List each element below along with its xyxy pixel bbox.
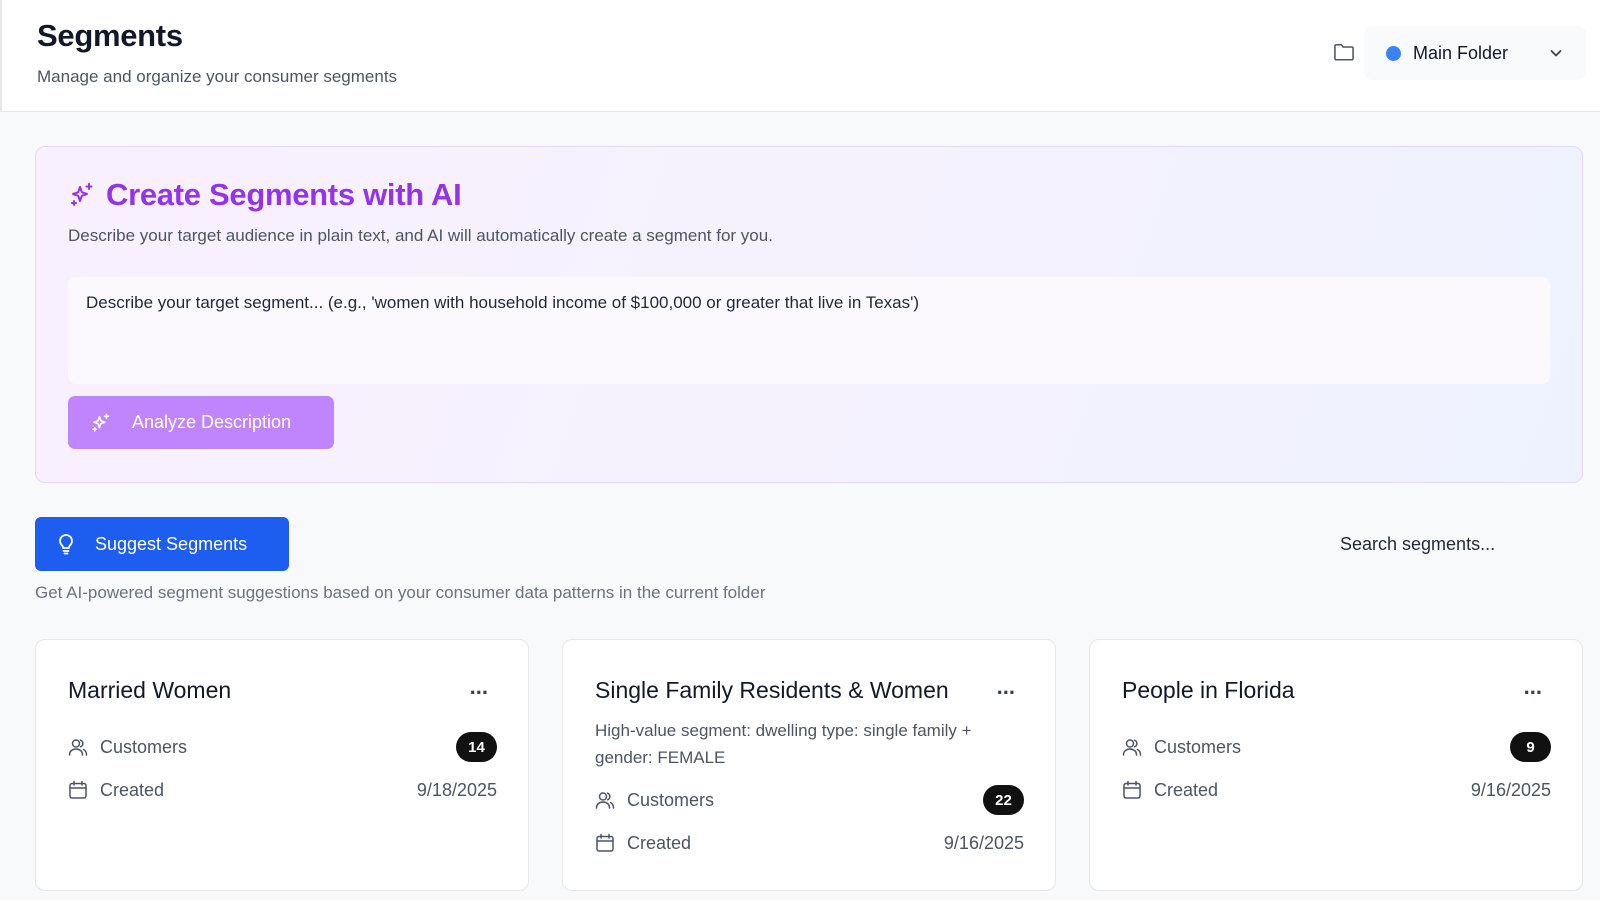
- calendar-icon: [1123, 780, 1141, 799]
- suggest-segments-button[interactable]: Suggest Segments: [35, 517, 289, 571]
- sparkles-icon: [71, 183, 93, 206]
- created-label: Created: [627, 832, 692, 853]
- customers-label: Customers: [1154, 736, 1242, 757]
- calendar-icon: [596, 833, 614, 852]
- customers-label: Customers: [627, 789, 715, 810]
- ai-panel-description: Describe your target audience in plain t…: [68, 226, 773, 245]
- created-label: Created: [1154, 779, 1219, 800]
- created-date: 9/16/2025: [943, 832, 1024, 853]
- calendar-icon: [69, 780, 87, 799]
- segment-created-row: Created 9/16/2025: [595, 828, 1024, 858]
- more-options-icon[interactable]: ...: [997, 676, 1015, 698]
- lightbulb-icon: [59, 534, 73, 555]
- customers-count-badge: 14: [456, 732, 497, 762]
- segment-created-row: Created 9/18/2025: [68, 775, 497, 805]
- segment-card[interactable]: Married Women ... Customers 14 Created 9…: [35, 639, 529, 891]
- chevron-down-icon: [1550, 50, 1562, 57]
- page-title: Segments: [37, 18, 183, 53]
- search-segments-input[interactable]: [1340, 522, 1570, 566]
- segment-card[interactable]: People in Florida ... Customers 9 Create…: [1089, 639, 1583, 891]
- created-date: 9/16/2025: [1470, 779, 1551, 800]
- analyze-description-label: Analyze Description: [132, 412, 292, 432]
- more-options-icon[interactable]: ...: [470, 676, 488, 698]
- segment-customers-row: Customers 22: [595, 785, 1024, 815]
- ai-segment-panel: Create Segments with AI Describe your ta…: [35, 146, 1583, 483]
- customers-count-badge: 22: [983, 785, 1024, 815]
- suggest-hint: Get AI-powered segment suggestions based…: [35, 583, 766, 602]
- customers-label: Customers: [100, 736, 188, 757]
- analyze-description-button[interactable]: Analyze Description: [68, 396, 334, 449]
- page-header: Segments Manage and organize your consum…: [0, 0, 1600, 112]
- more-options-icon[interactable]: ...: [1524, 676, 1542, 698]
- created-date: 9/18/2025: [416, 779, 497, 800]
- segment-card-title: Married Women: [68, 677, 232, 703]
- folder-selector-label: Main Folder: [1413, 42, 1509, 63]
- segment-customers-row: Customers 9: [1122, 732, 1551, 762]
- created-label: Created: [100, 779, 165, 800]
- segment-card-title: Single Family Residents & Women: [595, 677, 949, 703]
- customers-count-badge: 9: [1510, 732, 1551, 762]
- suggest-segments-label: Suggest Segments: [95, 533, 248, 554]
- segment-card[interactable]: Single Family Residents & Women ... High…: [562, 639, 1056, 891]
- segment-created-row: Created 9/16/2025: [1122, 775, 1551, 805]
- users-icon: [1122, 739, 1142, 756]
- folder-icon[interactable]: [1333, 42, 1355, 62]
- users-icon: [68, 739, 88, 756]
- folder-selector[interactable]: Main Folder: [1364, 26, 1586, 80]
- segment-customers-row: Customers 14: [68, 732, 497, 762]
- segment-card-description: High-value segment: dwelling type: singl…: [595, 721, 972, 767]
- users-icon: [595, 792, 615, 809]
- sparkles-icon: [92, 413, 110, 432]
- ai-panel-title: Create Segments with AI: [106, 177, 462, 212]
- segment-card-title: People in Florida: [1122, 677, 1295, 703]
- segment-description-input[interactable]: [68, 277, 1550, 384]
- folder-color-dot: [1386, 45, 1401, 61]
- page-subtitle: Manage and organize your consumer segmen…: [37, 67, 398, 86]
